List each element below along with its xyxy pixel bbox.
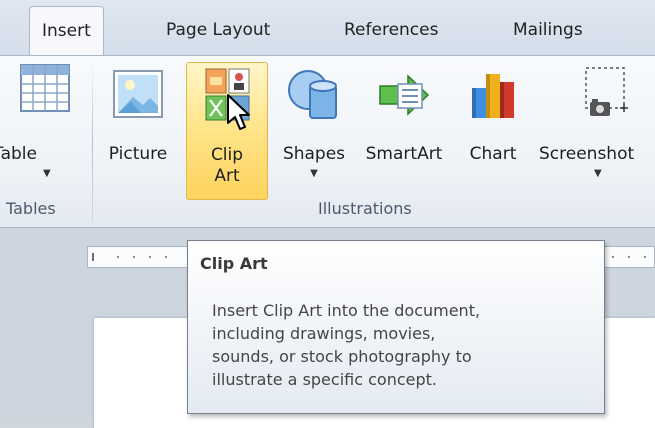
chevron-down-icon: ▼ (594, 168, 602, 179)
ribbon-tab-strip: Insert Page Layout References Mailings (0, 0, 655, 58)
group-label-illustrations: Illustrations (318, 199, 412, 218)
tooltip-description: Insert Clip Art into the document, inclu… (212, 299, 597, 391)
shapes-button-label: Shapes (282, 144, 346, 164)
chevron-down-icon: ▼ (43, 168, 51, 179)
tooltip-line: including drawings, movies, (212, 324, 436, 343)
group-label-tables: Tables (6, 199, 56, 218)
screenshot-button[interactable]: Screenshot ▼ (536, 56, 655, 196)
tab-insert[interactable]: Insert (29, 6, 104, 58)
tab-references[interactable]: References (344, 20, 438, 40)
picture-icon (113, 70, 163, 122)
picture-button-label: Picture (108, 144, 168, 164)
table-icon (20, 64, 70, 118)
clip-art-label-line2: Art (214, 166, 240, 186)
smartart-button[interactable]: SmartArt (356, 56, 452, 196)
tab-page-layout[interactable]: Page Layout (166, 20, 270, 40)
smartart-icon (378, 72, 430, 122)
chart-button-label: Chart (469, 144, 517, 164)
tooltip-line: sounds, or stock photography to (212, 347, 472, 366)
clip-art-label-line1: Clip (210, 145, 244, 165)
tooltip-line: illustrate a specific concept. (212, 370, 437, 389)
clip-art-button-label: Clip Art (187, 145, 267, 187)
ribbon-panel: Table ▼ Tables Picture (0, 55, 655, 228)
chevron-down-icon: ▼ (310, 168, 318, 179)
mouse-pointer-icon (226, 93, 252, 135)
chart-button[interactable]: Chart (458, 56, 528, 196)
shapes-icon (286, 68, 342, 126)
tooltip-title: Clip Art (200, 254, 268, 273)
picture-button[interactable]: Picture (98, 56, 178, 196)
screenshot-icon (570, 66, 632, 128)
group-divider (92, 62, 93, 222)
table-button-label: Table (0, 144, 37, 164)
tooltip-line: Insert Clip Art into the document, (212, 301, 481, 320)
smartart-button-label: SmartArt (365, 144, 443, 164)
table-button[interactable]: Table ▼ (0, 56, 90, 196)
clip-art-tooltip: Clip Art Insert Clip Art into the docume… (187, 240, 605, 414)
screenshot-button-label: Screenshot (539, 144, 635, 164)
chart-icon (466, 68, 520, 124)
shapes-button[interactable]: Shapes ▼ (272, 56, 356, 196)
tab-mailings[interactable]: Mailings (513, 20, 583, 40)
